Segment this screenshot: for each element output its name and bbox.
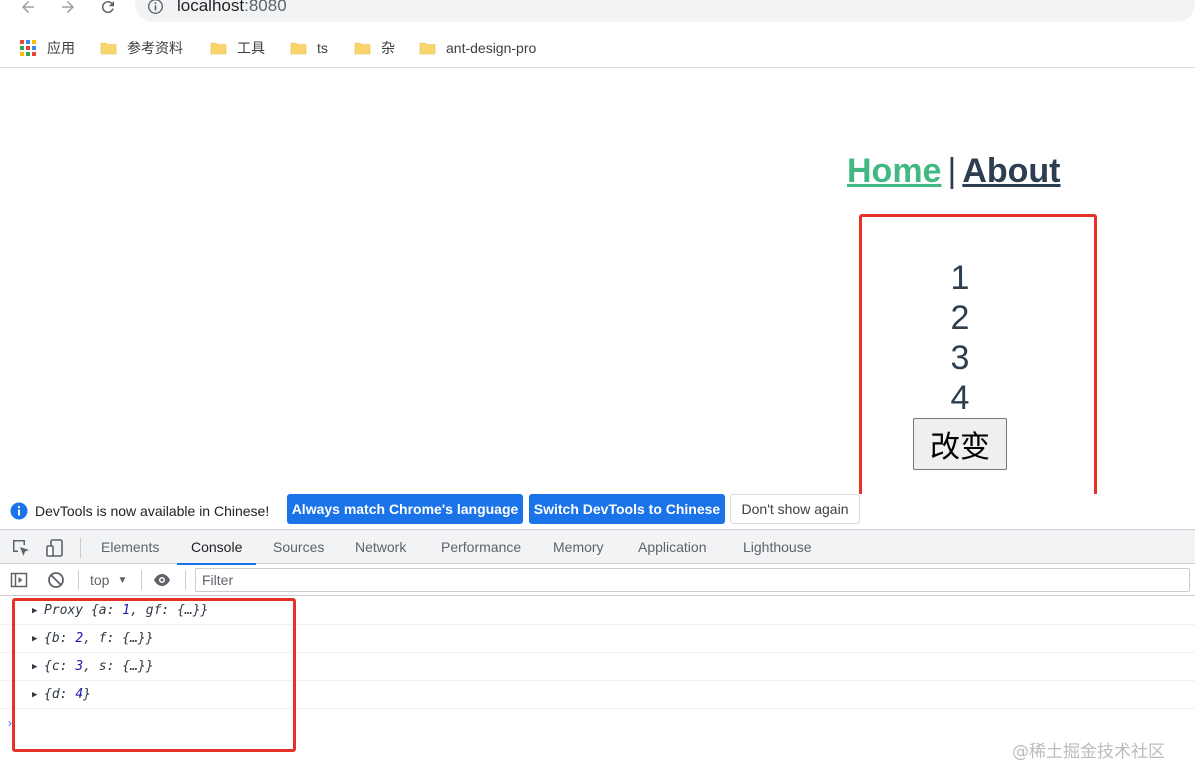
tab-performance[interactable]: Performance bbox=[441, 530, 521, 564]
page-nav: Home | About bbox=[847, 152, 1061, 191]
tab-lighthouse[interactable]: Lighthouse bbox=[743, 530, 812, 564]
nav-separator: | bbox=[947, 152, 957, 190]
device-toolbar-icon[interactable] bbox=[45, 538, 65, 558]
home-link[interactable]: Home bbox=[847, 152, 941, 190]
about-link[interactable]: About bbox=[962, 152, 1060, 190]
bookmarks-bar: 应用 参考资料 工具 ts 杂 ant-design-pro bbox=[0, 30, 1195, 68]
bookmark-folder[interactable]: ant-design-pro bbox=[419, 38, 536, 58]
browser-toolbar: localhost:8080 bbox=[0, 0, 1195, 28]
toolbar-divider bbox=[185, 570, 186, 590]
folder-icon bbox=[210, 42, 227, 55]
watermark: @稀土掘金技术社区 bbox=[1012, 742, 1165, 762]
context-value: top bbox=[90, 572, 110, 588]
url-port: :8080 bbox=[244, 0, 287, 15]
folder-icon bbox=[354, 42, 371, 55]
folder-icon bbox=[419, 42, 436, 55]
eye-icon[interactable] bbox=[153, 571, 171, 589]
toolbar-divider bbox=[141, 570, 142, 590]
url-text: localhost:8080 bbox=[177, 0, 287, 16]
match-language-button[interactable]: Always match Chrome's language bbox=[287, 494, 523, 524]
bookmark-folder[interactable]: ts bbox=[290, 38, 328, 58]
clear-console-icon[interactable] bbox=[47, 571, 65, 589]
highlight-box-page bbox=[859, 214, 1097, 505]
arrow-left-icon bbox=[22, 1, 34, 13]
bookmark-label: 杂 bbox=[381, 40, 395, 56]
console-filter-input[interactable] bbox=[195, 568, 1190, 592]
console-toolbar: top ▼ bbox=[0, 565, 1195, 596]
bookmark-folder[interactable]: 杂 bbox=[354, 38, 395, 58]
devtools-tabbar: Elements Console Sources Network Perform… bbox=[0, 529, 1195, 565]
tab-application[interactable]: Application bbox=[638, 530, 707, 564]
bookmark-apps[interactable]: 应用 bbox=[20, 38, 75, 58]
forward-button[interactable] bbox=[55, 0, 81, 20]
highlight-box-console bbox=[12, 598, 296, 752]
tab-console-label: Console bbox=[191, 539, 243, 555]
bookmark-folder[interactable]: 参考资料 bbox=[100, 38, 183, 58]
tab-console[interactable]: Console bbox=[177, 530, 257, 565]
tab-elements[interactable]: Elements bbox=[101, 530, 159, 564]
bookmark-label: 应用 bbox=[47, 40, 75, 56]
tab-memory[interactable]: Memory bbox=[553, 530, 604, 564]
dont-show-again-button[interactable]: Don't show again bbox=[730, 494, 860, 524]
toolbar-divider bbox=[78, 570, 79, 590]
folder-icon bbox=[290, 42, 307, 55]
tab-sources[interactable]: Sources bbox=[273, 530, 324, 564]
sidebar-toggle-icon[interactable] bbox=[10, 571, 28, 589]
folder-icon bbox=[100, 42, 117, 55]
inspect-element-icon[interactable] bbox=[11, 538, 31, 558]
infobar-message: DevTools is now available in Chinese! bbox=[35, 503, 270, 519]
devtools-infobar: DevTools is now available in Chinese! Al… bbox=[0, 494, 1195, 528]
caret-down-icon: ▼ bbox=[117, 574, 128, 586]
bookmark-label: ant-design-pro bbox=[446, 40, 537, 56]
info-icon bbox=[10, 502, 28, 520]
apps-grid-icon bbox=[20, 40, 36, 56]
reload-icon bbox=[101, 1, 114, 14]
bookmark-label: 工具 bbox=[237, 40, 265, 56]
address-bar[interactable]: localhost:8080 bbox=[135, 0, 1195, 22]
context-select[interactable]: top ▼ bbox=[90, 572, 127, 588]
toolbar-divider bbox=[80, 538, 81, 558]
bookmark-folder[interactable]: 工具 bbox=[210, 38, 265, 58]
bookmark-label: 参考资料 bbox=[127, 40, 183, 56]
reload-button[interactable] bbox=[95, 0, 121, 20]
tab-network[interactable]: Network bbox=[355, 530, 406, 564]
back-button[interactable] bbox=[15, 0, 41, 20]
bookmark-label: ts bbox=[317, 40, 328, 56]
arrow-right-icon bbox=[62, 1, 74, 13]
switch-chinese-button[interactable]: Switch DevTools to Chinese bbox=[529, 494, 725, 524]
info-icon[interactable] bbox=[147, 0, 164, 15]
url-host: localhost bbox=[177, 0, 245, 15]
